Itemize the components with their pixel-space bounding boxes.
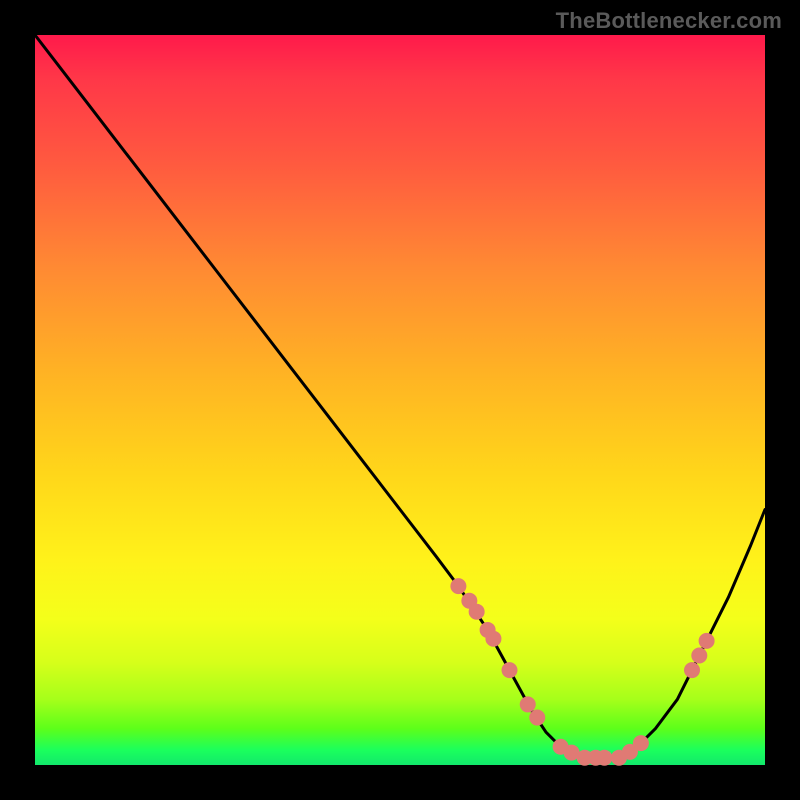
plot-area (35, 35, 765, 765)
data-marker (699, 633, 715, 649)
data-marker (520, 696, 536, 712)
data-marker (502, 662, 518, 678)
watermark-text: TheBottlenecker.com (556, 8, 782, 34)
data-marker (485, 631, 501, 647)
data-marker (684, 662, 700, 678)
data-marker (450, 578, 466, 594)
data-marker (633, 735, 649, 751)
data-marker (529, 710, 545, 726)
chart-frame: TheBottlenecker.com (0, 0, 800, 800)
marker-group (450, 578, 714, 766)
data-marker (469, 604, 485, 620)
data-marker (691, 648, 707, 664)
chart-svg (35, 35, 765, 765)
data-marker (596, 750, 612, 766)
bottleneck-curve (35, 35, 765, 758)
